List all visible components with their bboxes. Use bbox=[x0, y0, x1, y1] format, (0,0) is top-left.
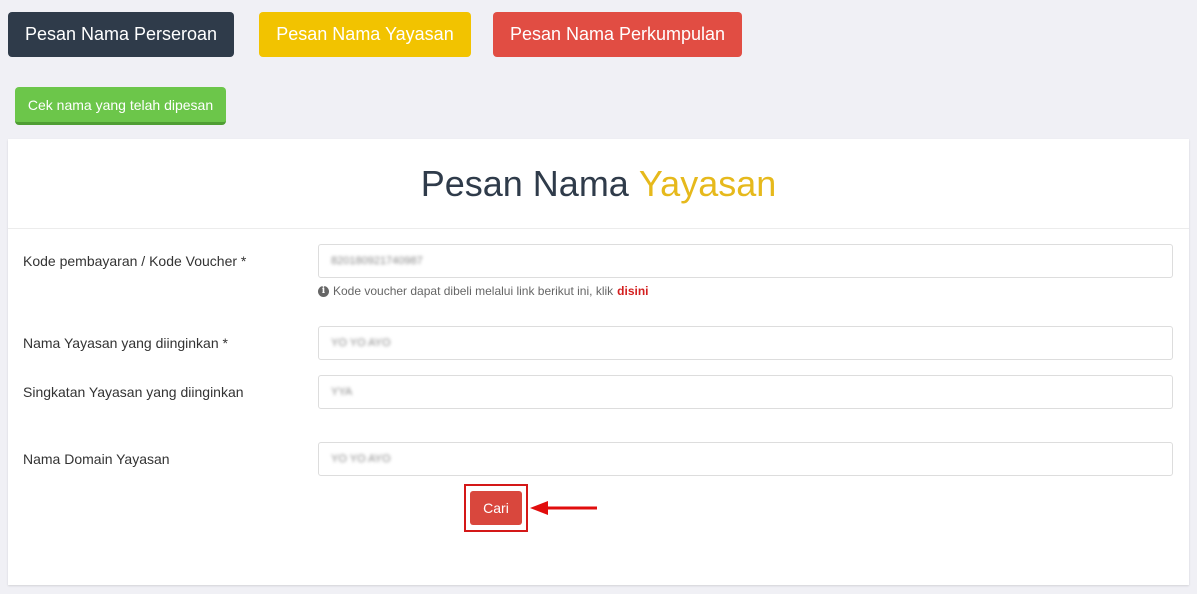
abbr-input-value: YYA bbox=[331, 386, 353, 398]
pesan-nama-perkumpulan-button[interactable]: Pesan Nama Perkumpulan bbox=[493, 12, 742, 57]
voucher-hint-link[interactable]: disini bbox=[617, 284, 648, 298]
name-input[interactable]: YO YO AYO bbox=[318, 326, 1173, 360]
page-title-main: Pesan Nama bbox=[420, 162, 629, 204]
voucher-label: Kode pembayaran / Kode Voucher * bbox=[23, 253, 247, 269]
page-title-accent: Yayasan bbox=[638, 162, 777, 204]
abbr-label: Singkatan Yayasan yang diinginkan bbox=[23, 384, 244, 400]
domain-input[interactable]: YO YO AYO bbox=[318, 442, 1173, 476]
page-title: Pesan Nama Yayasan bbox=[8, 139, 1189, 229]
search-button[interactable]: Cari bbox=[470, 491, 522, 525]
abbr-input[interactable]: YYA bbox=[318, 375, 1173, 409]
info-circle-icon: i bbox=[318, 285, 329, 297]
cek-nama-button[interactable]: Cek nama yang telah dipesan bbox=[15, 87, 226, 125]
voucher-hint: i Kode voucher dapat dibeli melalui link… bbox=[318, 284, 649, 298]
domain-label: Nama Domain Yayasan bbox=[23, 451, 170, 467]
search-button-highlight: Cari bbox=[464, 484, 528, 532]
name-input-value: YO YO AYO bbox=[331, 337, 391, 349]
domain-input-value: YO YO AYO bbox=[331, 453, 391, 465]
pesan-nama-yayasan-button[interactable]: Pesan Nama Yayasan bbox=[259, 12, 471, 57]
voucher-hint-text: Kode voucher dapat dibeli melalui link b… bbox=[333, 284, 614, 298]
red-arrow-icon bbox=[530, 501, 597, 515]
voucher-input-value: 820180921740987 bbox=[331, 255, 423, 267]
voucher-input[interactable]: 820180921740987 bbox=[318, 244, 1173, 278]
form-panel: Pesan Nama Yayasan Kode pembayaran / Kod… bbox=[8, 139, 1189, 585]
pesan-nama-perseroan-button[interactable]: Pesan Nama Perseroan bbox=[8, 12, 234, 57]
name-label: Nama Yayasan yang diinginkan * bbox=[23, 335, 228, 351]
